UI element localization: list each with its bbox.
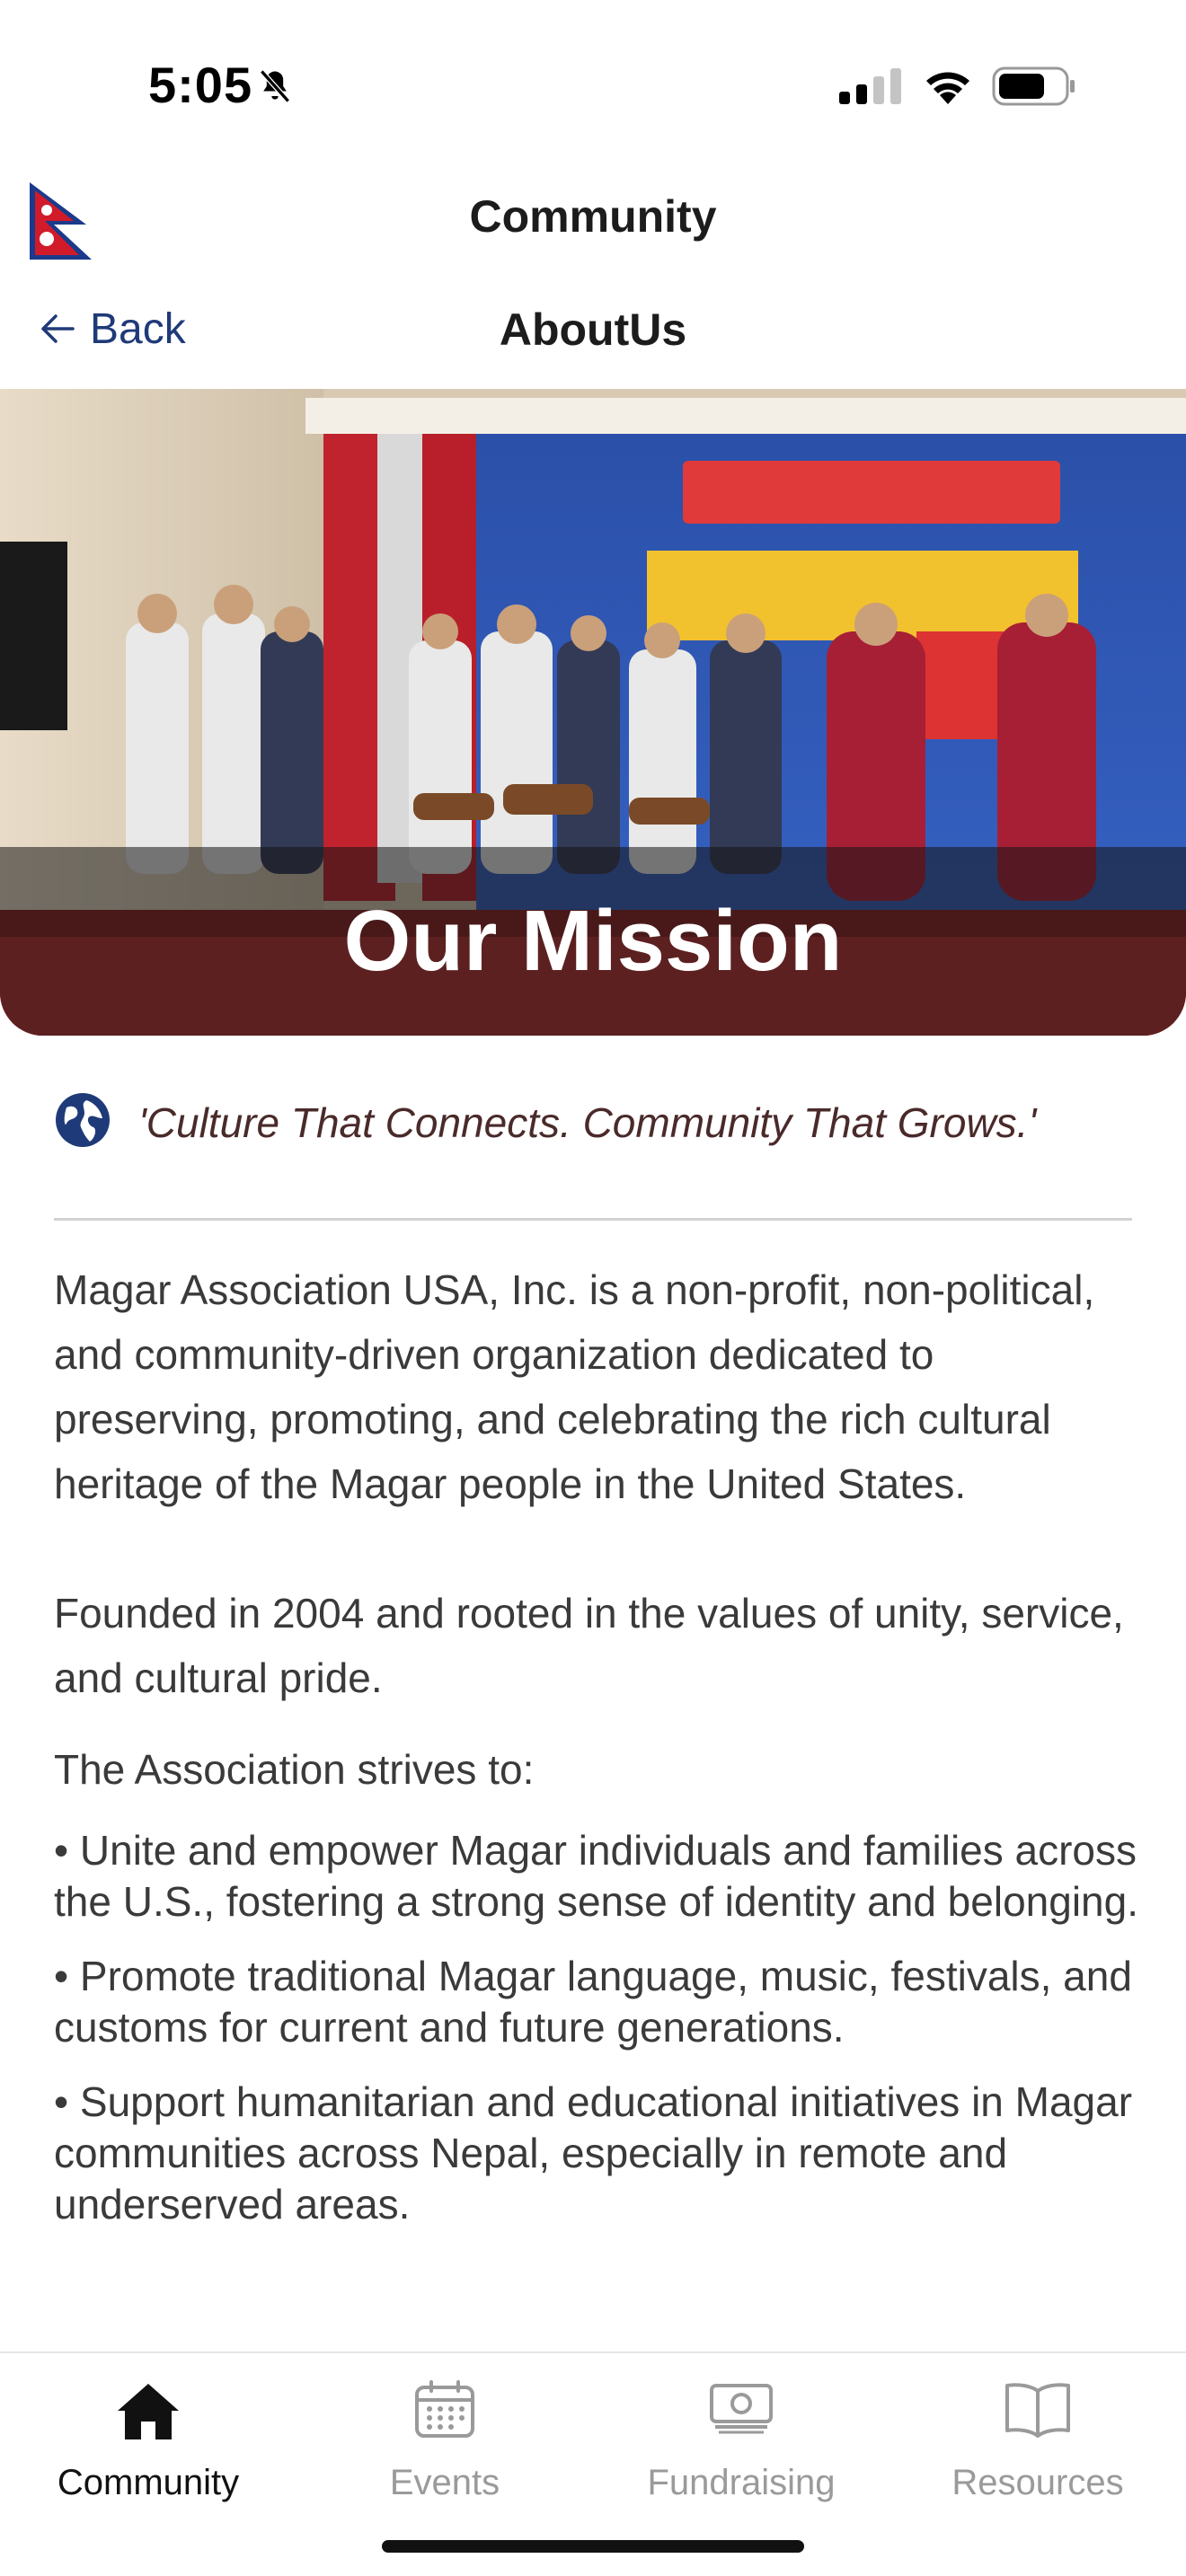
cellular-signal-icon xyxy=(839,68,902,109)
app-title: Community xyxy=(469,191,717,242)
tab-events[interactable]: Events xyxy=(296,2353,593,2506)
strives-heading: The Association strives to: xyxy=(54,1746,535,1793)
list-item: • Promote traditional Magar language, mu… xyxy=(54,1953,1132,2051)
bell-slash-icon xyxy=(255,66,295,110)
home-icon xyxy=(0,2380,296,2443)
intro-paragraph: Magar Association USA, Inc. is a non-pro… xyxy=(54,1266,1095,1507)
divider xyxy=(54,1218,1132,1221)
status-time: 5:05 xyxy=(148,57,253,113)
calendar-icon xyxy=(296,2380,593,2439)
founded-paragraph: Founded in 2004 and rooted in the values… xyxy=(54,1590,1124,1701)
tab-resources[interactable]: Resources xyxy=(890,2353,1186,2506)
money-icon xyxy=(593,2380,890,2436)
hero-title: Our Mission xyxy=(343,893,843,989)
tab-community[interactable]: Community xyxy=(0,2353,296,2506)
status-bar: 5:05 xyxy=(0,0,1186,171)
tab-label: Events xyxy=(389,2463,500,2502)
hero-banner: Our Mission xyxy=(0,389,1186,1036)
motto-text: 'Culture That Connects. Community That G… xyxy=(138,1098,1037,1146)
tab-label: Fundraising xyxy=(647,2463,836,2502)
book-icon xyxy=(890,2380,1186,2438)
about-content: Magar Association USA, Inc. is a non-pro… xyxy=(54,1257,1141,2254)
about-us-screen: 5:05 Community Back AboutUs Our Mission … xyxy=(0,0,1186,2576)
battery-icon xyxy=(992,66,1076,110)
tab-label: Community xyxy=(57,2463,240,2502)
tab-fundraising[interactable]: Fundraising xyxy=(593,2353,890,2506)
list-item: • Support humanitarian and educational i… xyxy=(54,2078,1133,2228)
page-title: AboutUs xyxy=(499,304,687,355)
home-indicator xyxy=(382,2540,804,2553)
motto: 'Culture That Connects. Community That G… xyxy=(54,1091,1036,1153)
list-item: • Unite and empower Magar individuals an… xyxy=(54,1827,1138,1925)
wifi-icon xyxy=(922,65,974,109)
globe-icon xyxy=(54,1091,111,1153)
tab-label: Resources xyxy=(951,2463,1124,2502)
